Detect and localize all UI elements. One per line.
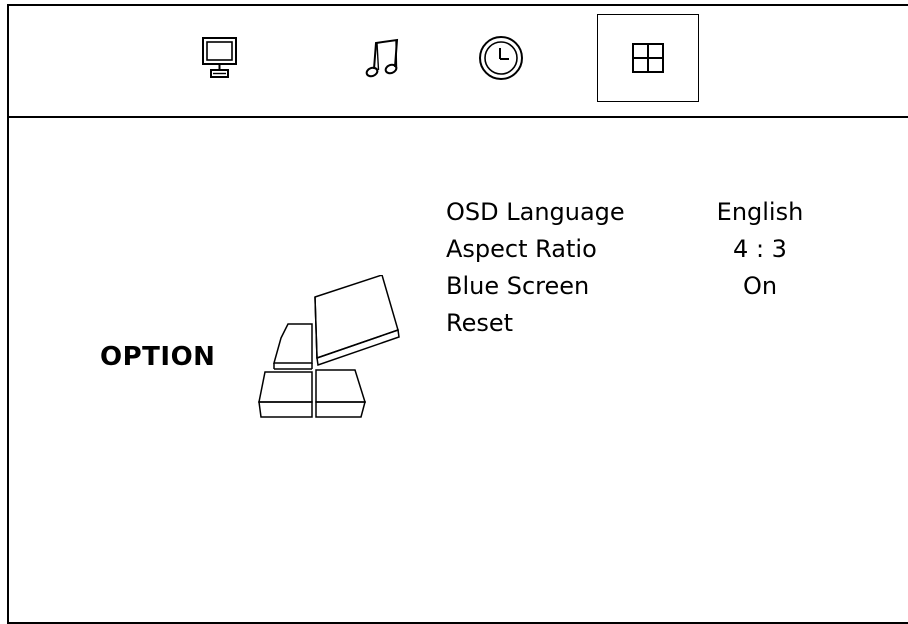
menu-item-label: Blue Screen: [446, 272, 590, 300]
tab-picture[interactable]: [169, 14, 271, 102]
menu-item-value: English: [716, 198, 804, 226]
menu-item-value: 4 : 3: [733, 235, 787, 263]
tab-time[interactable]: [450, 14, 552, 102]
grid-icon: [630, 41, 666, 75]
menu-row-reset[interactable]: Reset: [446, 308, 846, 345]
option-blocks-icon: [255, 274, 405, 429]
menu-row-aspect-ratio[interactable]: Aspect Ratio 4 : 3: [446, 234, 846, 271]
clock-icon: [476, 33, 526, 83]
tab-sound[interactable]: [331, 14, 433, 102]
menu-row-blue-screen[interactable]: Blue Screen On: [446, 271, 846, 308]
menu-item-label: Reset: [446, 309, 514, 337]
menu-item-label: OSD Language: [446, 198, 625, 226]
music-note-icon: [364, 36, 400, 80]
monitor-icon: [200, 36, 240, 80]
page-title: OPTION: [100, 342, 216, 372]
option-menu-list: OSD Language English Aspect Ratio 4 : 3 …: [446, 197, 846, 345]
menu-item-value: On: [742, 272, 778, 300]
menu-row-osd-language[interactable]: OSD Language English: [446, 197, 846, 234]
tab-option[interactable]: [597, 14, 699, 102]
menu-item-label: Aspect Ratio: [446, 235, 597, 263]
